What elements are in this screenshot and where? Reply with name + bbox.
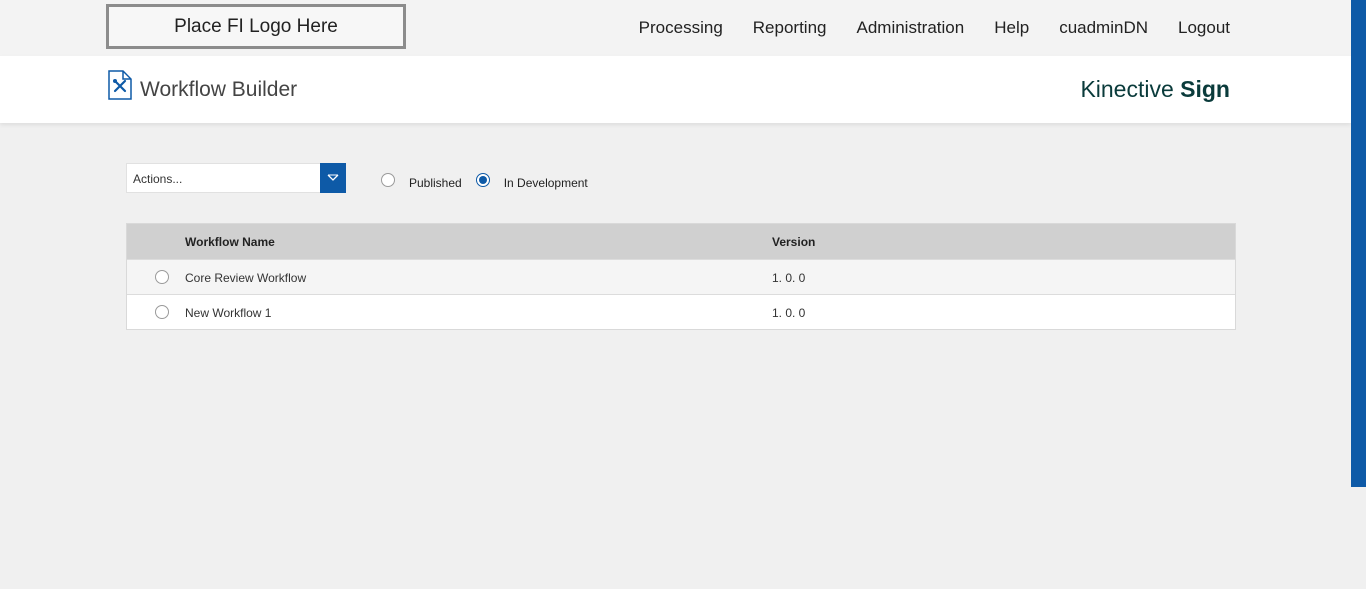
radio-in-development[interactable] xyxy=(475,173,490,187)
version-cell: 1. 0. 0 xyxy=(772,306,806,320)
workflow-table: Workflow Name Version Core Review Workfl… xyxy=(126,223,1236,330)
column-header-workflow-name[interactable]: Workflow Name xyxy=(185,235,275,249)
workflow-name-cell: New Workflow 1 xyxy=(185,306,272,320)
column-header-version[interactable]: Version xyxy=(772,235,815,249)
nav-administration[interactable]: Administration xyxy=(857,18,965,38)
top-bar: Place FI Logo Here Processing Reporting … xyxy=(0,0,1351,56)
chevron-down-icon xyxy=(327,174,339,181)
radio-in-development-label: In Development xyxy=(503,176,588,190)
brand-bold: Sign xyxy=(1180,76,1230,102)
dropdown-toggle-button[interactable] xyxy=(320,163,346,193)
actions-dropdown-value: Actions... xyxy=(133,172,183,186)
top-nav: Processing Reporting Administration Help… xyxy=(609,0,1230,56)
row-select-radio[interactable] xyxy=(155,270,169,284)
fi-logo-placeholder: Place FI Logo Here xyxy=(106,4,406,49)
row-select-radio[interactable] xyxy=(155,305,169,319)
nav-user-menu[interactable]: cuadminDN xyxy=(1059,18,1148,38)
table-row[interactable]: Core Review Workflow 1. 0. 0 xyxy=(127,259,1235,294)
title-bar: Workflow Builder Kinective Sign xyxy=(0,56,1351,123)
vertical-scrollbar[interactable] xyxy=(1351,0,1366,487)
workflow-tools-icon xyxy=(108,70,132,100)
workflow-toolbar: Actions... Published In Development xyxy=(126,163,826,193)
actions-dropdown[interactable]: Actions... xyxy=(126,163,346,193)
table-row[interactable]: New Workflow 1 1. 0. 0 xyxy=(127,294,1235,329)
brand-light: Kinective xyxy=(1080,76,1174,102)
radio-published[interactable] xyxy=(381,173,395,187)
nav-logout[interactable]: Logout xyxy=(1178,18,1230,38)
page-title: Workflow Builder xyxy=(140,78,298,101)
status-filter: Published In Development xyxy=(381,173,602,190)
brand-wordmark: Kinective Sign xyxy=(1080,76,1230,103)
nav-help[interactable]: Help xyxy=(994,18,1029,38)
table-header: Workflow Name Version xyxy=(127,224,1235,259)
nav-processing[interactable]: Processing xyxy=(639,18,723,38)
logo-text: Place FI Logo Here xyxy=(174,15,338,37)
workflow-name-cell: Core Review Workflow xyxy=(185,271,307,285)
nav-reporting[interactable]: Reporting xyxy=(753,18,827,38)
radio-published-label: Published xyxy=(409,176,462,190)
version-cell: 1. 0. 0 xyxy=(772,271,806,285)
